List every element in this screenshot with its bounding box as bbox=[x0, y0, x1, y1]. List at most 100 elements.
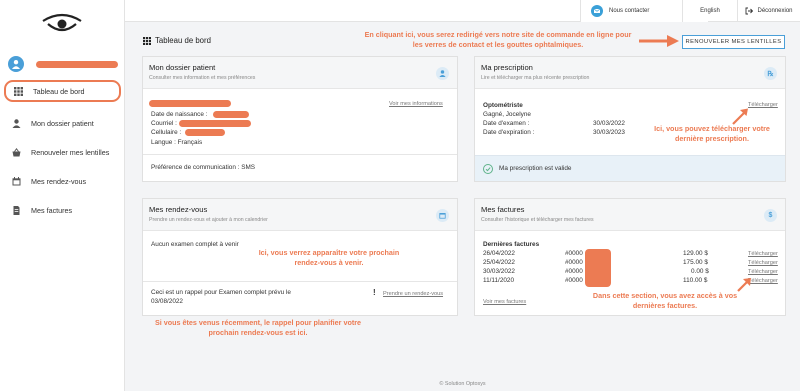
patient-file-card: Mon dossier patient Consulter mes inform… bbox=[142, 56, 458, 182]
communication-preference: Préférence de communication : SMS bbox=[151, 164, 256, 171]
user-icon bbox=[436, 67, 449, 80]
logout-button[interactable]: Déconnexion bbox=[737, 0, 800, 22]
card-title: Mes rendez-vous bbox=[149, 205, 208, 214]
invoice-number: #0000 bbox=[565, 277, 583, 284]
view-info-link[interactable]: Voir mes informations bbox=[389, 101, 443, 107]
book-appointment-link[interactable]: Prendre un rendez-vous bbox=[383, 291, 443, 297]
invoice-number: #0000 bbox=[565, 250, 583, 257]
prescription-icon: ℞ bbox=[764, 67, 777, 80]
sidebar-item-label: Mes rendez-vous bbox=[31, 177, 87, 186]
redacted-invoice-numbers bbox=[585, 249, 611, 287]
avatar bbox=[8, 56, 24, 72]
calendar-icon bbox=[12, 177, 21, 186]
invoice-date: 25/04/2022 bbox=[483, 259, 515, 266]
user-row bbox=[8, 56, 120, 76]
sidebar-item-appointments[interactable]: Mes rendez-vous bbox=[0, 167, 125, 196]
redacted-email bbox=[179, 120, 251, 127]
prescriber-name: Gagné, Jocelyne bbox=[483, 111, 531, 118]
language-button[interactable]: English bbox=[682, 0, 737, 22]
grid-icon bbox=[14, 86, 23, 96]
basket-icon bbox=[12, 148, 21, 157]
invoice-date: 30/03/2022 bbox=[483, 268, 515, 275]
document-icon bbox=[12, 206, 21, 215]
annotation-appointment: Ici, vous verrez apparaître votre procha… bbox=[258, 248, 400, 268]
user-icon bbox=[12, 119, 21, 128]
sidebar-item-patient-file[interactable]: Mon dossier patient bbox=[0, 109, 125, 138]
card-header: Ma prescription Lire et télécharger ma p… bbox=[475, 57, 785, 89]
sidebar-item-label: Mes factures bbox=[31, 206, 73, 215]
card-subtitle: Lire et télécharger ma plus récente pres… bbox=[481, 75, 590, 81]
download-prescription-link[interactable]: Télécharger bbox=[748, 102, 778, 108]
exam-date-value: 30/03/2022 bbox=[593, 120, 625, 127]
sidebar: Tableau de bord Mon dossier patient Reno… bbox=[0, 0, 125, 391]
prescription-valid-bar: Ma prescription est valide bbox=[475, 155, 785, 181]
annotation-renew: En cliquant ici, vous serez redirigé ver… bbox=[364, 30, 632, 50]
expiry-date-value: 30/03/2023 bbox=[593, 129, 625, 136]
annotation-reminder: Si vous êtes venus récemment, le rappel … bbox=[154, 318, 362, 338]
view-invoices-link[interactable]: Voir mes factures bbox=[483, 299, 526, 305]
invoice-amount: 175.00 $ bbox=[683, 259, 708, 266]
annotation-prescription: Ici, vous pouvez télécharger votre derni… bbox=[654, 124, 770, 144]
card-header: Mes factures Consulter l'historique et t… bbox=[475, 199, 785, 231]
reminder-text-line1: Ceci est un rappel pour Examen complet p… bbox=[151, 289, 291, 296]
redacted-patient-name bbox=[149, 100, 231, 107]
sidebar-item-dashboard[interactable]: Tableau de bord bbox=[4, 80, 121, 102]
card-subtitle: Consulter l'historique et télécharger me… bbox=[481, 217, 594, 223]
no-upcoming-exam: Aucun examen complet à venir bbox=[151, 241, 239, 248]
download-invoice-link[interactable]: Télécharger bbox=[748, 251, 778, 257]
eye-logo-icon bbox=[42, 13, 82, 32]
prescriber-role: Optométriste bbox=[483, 102, 523, 109]
renew-lenses-button[interactable]: RENOUVELER MES LENTILLES bbox=[682, 35, 785, 49]
logout-label: Déconnexion bbox=[757, 8, 793, 14]
sidebar-item-label: Renouveler mes lentilles bbox=[31, 148, 110, 157]
check-circle-icon bbox=[483, 164, 493, 174]
invoices-heading: Dernières factures bbox=[483, 241, 540, 248]
footer: © Solution Optosys bbox=[439, 381, 486, 387]
sidebar-item-invoices[interactable]: Mes factures bbox=[0, 196, 125, 225]
card-title: Mon dossier patient bbox=[149, 63, 216, 72]
language-line: Langue : Français bbox=[151, 139, 203, 146]
contact-label: Nous contacter bbox=[609, 8, 650, 14]
page-title: Tableau de bord bbox=[143, 36, 211, 45]
email-label: Courriel : bbox=[151, 120, 177, 127]
card-header: Mes rendez-vous Prendre un rendez-vous e… bbox=[143, 199, 457, 231]
sidebar-item-label: Mon dossier patient bbox=[31, 119, 94, 128]
annotation-invoices: Dans cette section, vous avez accès à vo… bbox=[592, 291, 738, 311]
download-invoice-link[interactable]: Télécharger bbox=[748, 269, 778, 275]
phone-label: Cellulaire : bbox=[151, 129, 182, 136]
valid-text: Ma prescription est valide bbox=[499, 165, 572, 172]
download-invoice-link[interactable]: Télécharger bbox=[748, 260, 778, 266]
warning-icon: ! bbox=[373, 288, 376, 297]
invoice-date: 11/11/2020 bbox=[483, 277, 515, 284]
sidebar-item-label: Tableau de bord bbox=[33, 86, 85, 96]
mail-icon bbox=[591, 5, 603, 17]
sidebar-item-renew-lenses[interactable]: Renouveler mes lentilles bbox=[0, 138, 125, 167]
logout-icon bbox=[746, 7, 754, 15]
card-subtitle: Consulter mes information et mes préfére… bbox=[149, 75, 256, 81]
card-subtitle: Prendre un rendez-vous et ajouter à mon … bbox=[149, 217, 268, 223]
page-title-text: Tableau de bord bbox=[155, 36, 211, 45]
divider bbox=[143, 154, 457, 155]
redacted-user-name bbox=[36, 61, 118, 68]
exam-date-label: Date d'examen : bbox=[483, 120, 530, 127]
invoice-number: #0000 bbox=[565, 268, 583, 275]
reminder-text-line2: 03/08/2022 bbox=[151, 298, 183, 305]
calendar-icon bbox=[436, 209, 449, 222]
invoice-date: 26/04/2022 bbox=[483, 250, 515, 257]
card-header: Mon dossier patient Consulter mes inform… bbox=[143, 57, 457, 89]
card-title: Ma prescription bbox=[481, 63, 533, 72]
expiry-date-label: Date d'expiration : bbox=[483, 129, 535, 136]
arrow-up-right-icon bbox=[732, 108, 748, 125]
birth-date-label: Date de naissance : bbox=[151, 111, 208, 118]
top-bar: Nous contacter English Déconnexion bbox=[125, 0, 800, 22]
arrow-right-icon bbox=[639, 35, 679, 47]
invoice-amount: 129.00 $ bbox=[683, 250, 708, 257]
arrow-up-right-icon bbox=[737, 278, 751, 292]
card-title: Mes factures bbox=[481, 205, 525, 214]
redacted-birth-date bbox=[213, 111, 249, 118]
redacted-phone bbox=[185, 129, 225, 136]
dollar-icon: $ bbox=[764, 209, 777, 222]
grid-icon bbox=[143, 36, 151, 45]
invoice-amount: 110.00 $ bbox=[683, 277, 708, 284]
divider bbox=[143, 281, 457, 282]
